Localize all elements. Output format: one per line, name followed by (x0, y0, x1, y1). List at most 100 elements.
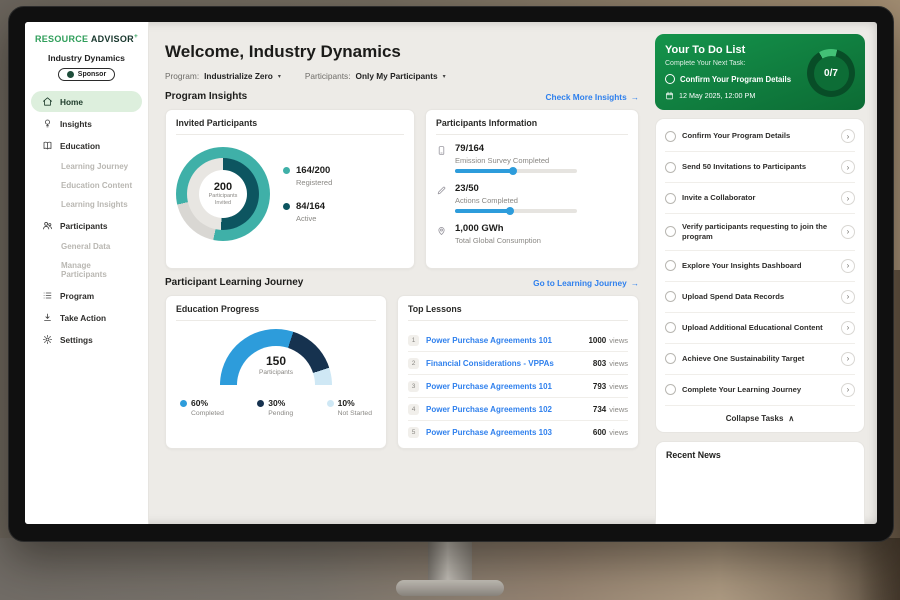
task-checkbox[interactable] (665, 226, 676, 237)
lesson-link[interactable]: Power Purchase Agreements 101 (426, 336, 581, 345)
lesson-link[interactable]: Power Purchase Agreements 102 (426, 405, 586, 414)
sidebar-item-label: Education (60, 141, 100, 151)
task-checkbox[interactable] (665, 353, 676, 364)
task-checkbox[interactable] (665, 291, 676, 302)
education-progress-card: Education Progress 150 Participants 60 (165, 295, 387, 449)
lesson-rank: 5 (408, 427, 419, 438)
program-dropdown-label: Program: (165, 71, 199, 81)
sidebar-item-label: Settings (60, 335, 93, 345)
sidebar-item-label: Participants (60, 221, 108, 231)
todo-task[interactable]: Verify participants requesting to join t… (665, 214, 855, 251)
program-insights-cards: Invited Participants 200 Participants In… (165, 109, 639, 269)
check-more-insights-link[interactable]: Check More Insights → (546, 92, 639, 102)
sponsor-icon (67, 71, 74, 78)
todo-task[interactable]: Complete Your Learning Journey › (665, 375, 855, 406)
sidebar-item-education[interactable]: Education (31, 135, 142, 156)
book-icon (42, 140, 53, 151)
recent-news-title: Recent News (666, 450, 721, 460)
section-title: Participant Learning Journey (165, 277, 303, 288)
lesson-row[interactable]: 3 Power Purchase Agreements 101 793views (408, 375, 628, 398)
participants-information-card: Participants Information 79/164 Emission… (425, 109, 639, 269)
donut-center-value: 200 (214, 181, 232, 193)
chevron-right-icon[interactable]: › (841, 259, 855, 273)
people-icon (42, 220, 53, 231)
todo-task[interactable]: Invite a Collaborator › (665, 183, 855, 214)
lesson-row[interactable]: 1 Power Purchase Agreements 101 1000view… (408, 329, 628, 352)
invited-participants-card: Invited Participants 200 Participants In… (165, 109, 415, 269)
lesson-row[interactable]: 5 Power Purchase Agreements 103 600views (408, 421, 628, 443)
sidebar-item-take-action[interactable]: Take Action (31, 307, 142, 328)
todo-task[interactable]: Explore Your Insights Dashboard › (665, 251, 855, 282)
chevron-down-icon: ▾ (278, 73, 281, 80)
sidebar-item-participants[interactable]: Participants (31, 215, 142, 236)
todo-task[interactable]: Upload Additional Educational Content › (665, 313, 855, 344)
go-to-learning-journey-link[interactable]: Go to Learning Journey → (533, 278, 639, 288)
chevron-right-icon[interactable]: › (841, 290, 855, 304)
next-task[interactable]: Confirm Your Program Details (665, 74, 797, 84)
device-icon (436, 145, 447, 156)
pencil-icon (436, 185, 447, 196)
lesson-link[interactable]: Power Purchase Agreements 101 (426, 382, 586, 391)
stat-actions-completed: 23/50 Actions Completed (436, 183, 628, 213)
sidebar-item-program[interactable]: Program (31, 285, 142, 306)
program-insights-header: Program Insights Check More Insights → (165, 91, 639, 102)
lesson-row[interactable]: 2 Financial Considerations - VPPAs 803vi… (408, 352, 628, 375)
sidebar-item-settings[interactable]: Settings (31, 329, 142, 350)
task-checkbox[interactable] (665, 131, 676, 142)
todo-task[interactable]: Upload Spend Data Records › (665, 282, 855, 313)
sidebar-item-label: Learning Insights (61, 200, 128, 209)
lesson-rank: 4 (408, 404, 419, 415)
sponsor-badge[interactable]: Sponsor (58, 68, 115, 81)
sidebar-item-general-data[interactable]: General Data (31, 237, 142, 256)
next-task-checkbox[interactable] (665, 74, 675, 84)
chevron-right-icon[interactable]: › (841, 321, 855, 335)
chevron-right-icon[interactable]: › (841, 129, 855, 143)
lesson-rank: 3 (408, 381, 419, 392)
legend-item-completed: 60% Completed (180, 398, 224, 417)
lightbulb-icon (42, 118, 53, 129)
sidebar-item-home[interactable]: Home (31, 91, 142, 112)
sidebar-item-learning-insights[interactable]: Learning Insights (31, 195, 142, 214)
education-progress-gauge-chart: 150 Participants (220, 329, 332, 386)
donut-legend: 164/200 Registered 84/164 Active (283, 165, 332, 223)
lesson-link[interactable]: Power Purchase Agreements 103 (426, 428, 586, 437)
card-title: Participants Information (436, 118, 628, 135)
lesson-link[interactable]: Financial Considerations - VPPAs (426, 359, 586, 368)
participants-dropdown[interactable]: Participants: Only My Participants ▾ (305, 71, 446, 81)
todo-task[interactable]: Send 50 Invitations to Participants › (665, 152, 855, 183)
collapse-tasks-button[interactable]: Collapse Tasks ∧ (665, 406, 855, 429)
next-task-label: Confirm Your Program Details (680, 75, 791, 84)
legend-dot (283, 203, 290, 210)
chevron-right-icon[interactable]: › (841, 225, 855, 239)
legend-dot (257, 400, 264, 407)
todo-task-list: Confirm Your Program Details › Send 50 I… (655, 118, 865, 433)
card-title: Education Progress (176, 304, 376, 321)
sidebar-item-learning-journey[interactable]: Learning Journey (31, 157, 142, 176)
todo-task[interactable]: Achieve One Sustainability Target › (665, 344, 855, 375)
page-title: Welcome, Industry Dynamics (165, 42, 639, 62)
task-checkbox[interactable] (665, 260, 676, 271)
recent-news-card[interactable]: Recent News (655, 441, 865, 524)
todo-task[interactable]: Confirm Your Program Details › (665, 121, 855, 152)
lesson-rank: 2 (408, 358, 419, 369)
sidebar-item-manage-participants[interactable]: Manage Participants (31, 256, 142, 284)
gauge-legend: 60% Completed 30% Pending 10% Not Starte… (176, 386, 376, 417)
screen: RESOURCE ADVISOR+ Industry Dynamics Spon… (25, 22, 877, 524)
task-checkbox[interactable] (665, 384, 676, 395)
task-checkbox[interactable] (665, 322, 676, 333)
sidebar-menu: Home Insights Education Learning Journey (25, 91, 148, 350)
arrow-right-icon: → (631, 278, 639, 288)
sidebar-item-education-content[interactable]: Education Content (31, 176, 142, 195)
chevron-right-icon[interactable]: › (841, 191, 855, 205)
learning-journey-header: Participant Learning Journey Go to Learn… (165, 277, 639, 288)
task-checkbox[interactable] (665, 193, 676, 204)
chevron-right-icon[interactable]: › (841, 383, 855, 397)
program-dropdown-value: Industrialize Zero (204, 71, 273, 81)
lesson-row[interactable]: 4 Power Purchase Agreements 102 734views (408, 398, 628, 421)
program-dropdown[interactable]: Program: Industrialize Zero ▾ (165, 71, 281, 81)
chevron-right-icon[interactable]: › (841, 352, 855, 366)
todo-progress-value: 0/7 (814, 56, 849, 91)
chevron-right-icon[interactable]: › (841, 160, 855, 174)
task-checkbox[interactable] (665, 162, 676, 173)
sidebar-item-insights[interactable]: Insights (31, 113, 142, 134)
